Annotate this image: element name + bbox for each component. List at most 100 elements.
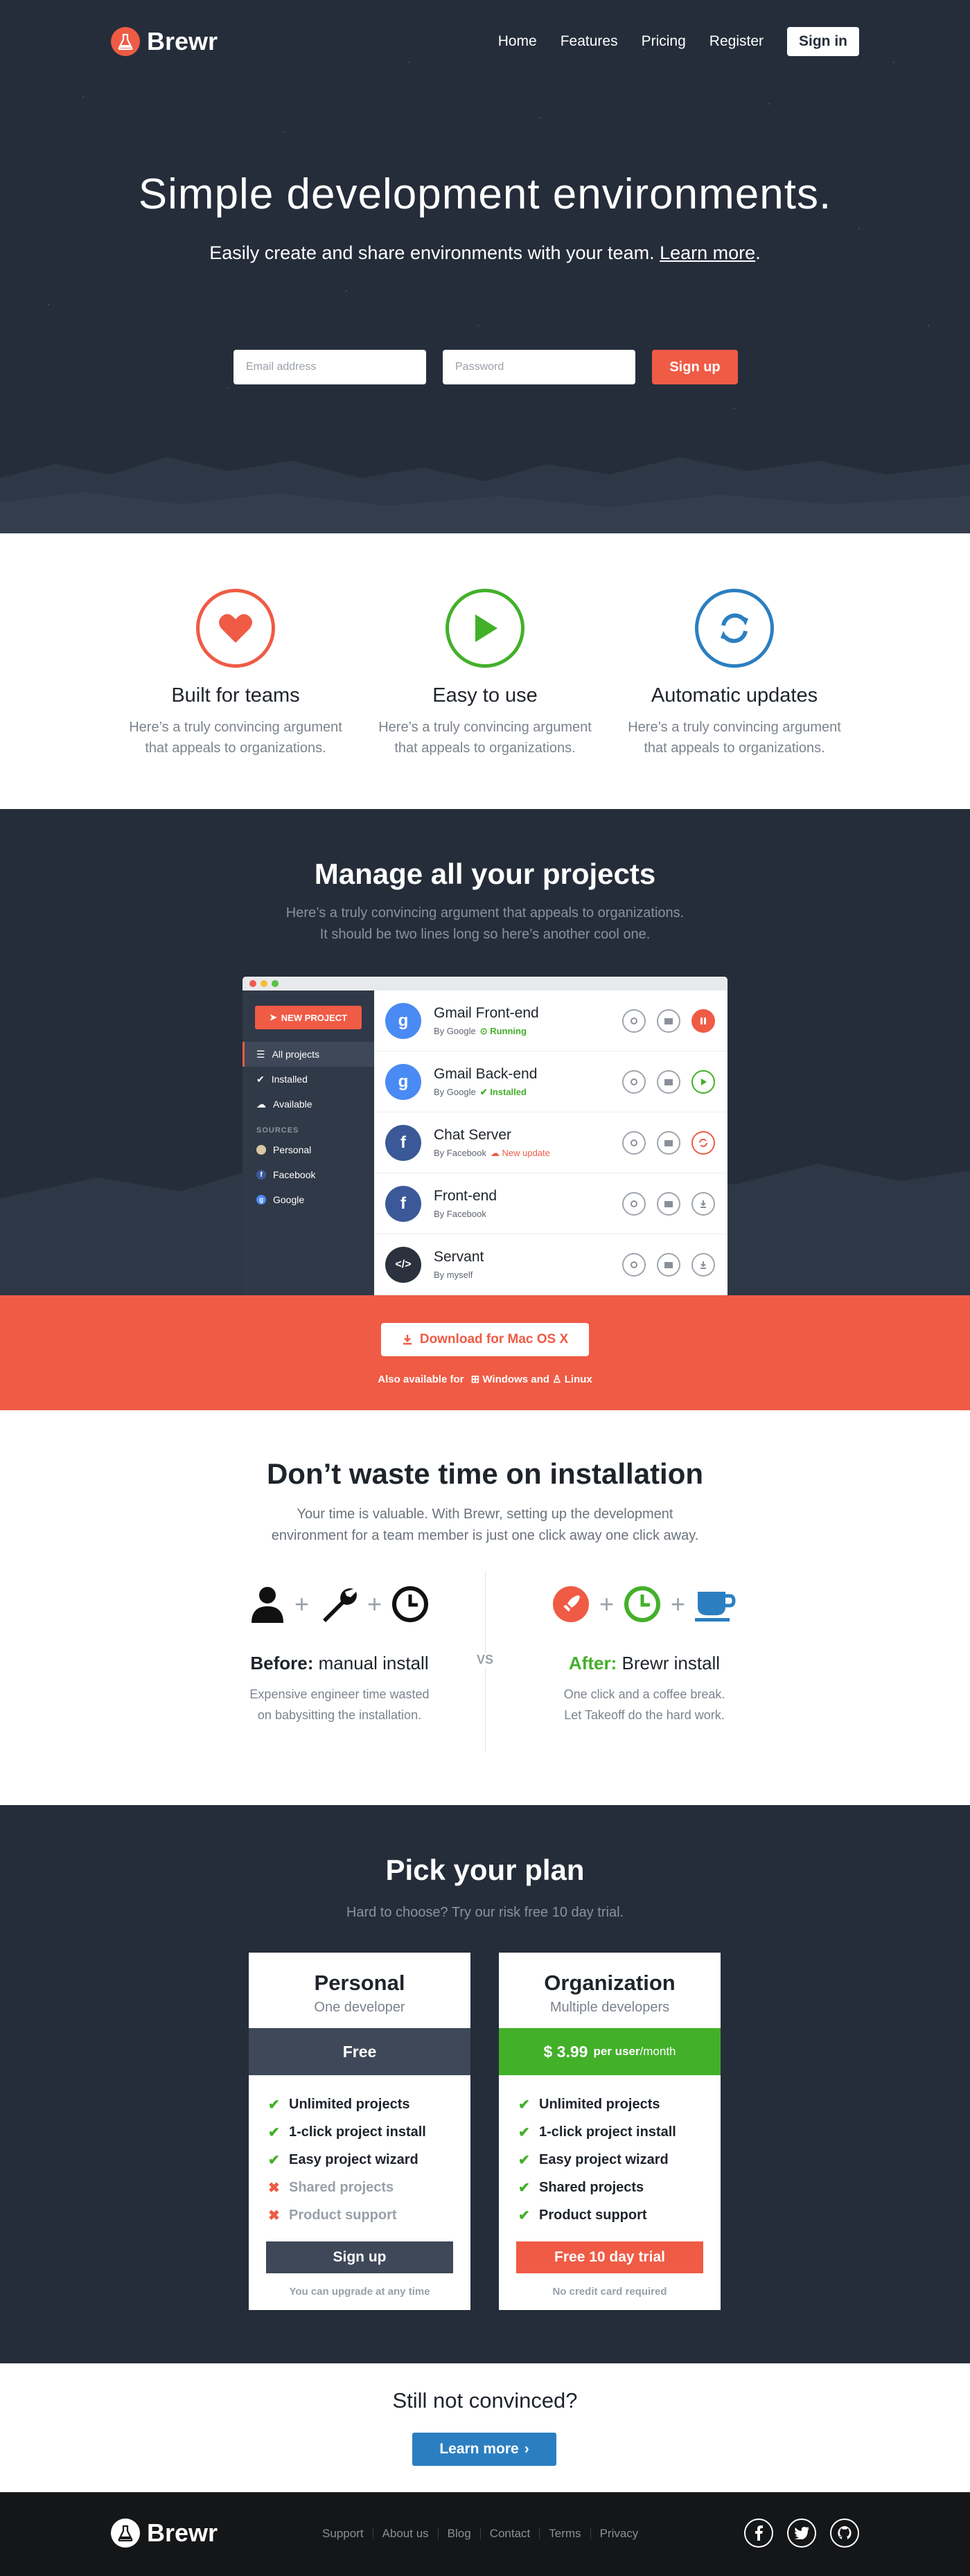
plus-sign: + <box>599 1590 614 1618</box>
footer-logo[interactable]: Brewr <box>111 2519 218 2548</box>
settings-icon[interactable] <box>622 1009 646 1033</box>
flask-icon <box>111 27 140 56</box>
facebook-icon[interactable] <box>744 2519 773 2548</box>
wrench-icon <box>323 1588 357 1622</box>
close-dot[interactable] <box>249 980 256 987</box>
flask-icon <box>111 2519 140 2548</box>
social-links <box>744 2519 859 2548</box>
nav-pricing[interactable]: Pricing <box>642 33 686 50</box>
linux-link[interactable]: Linux <box>565 1374 592 1385</box>
project-author: By Facebook <box>434 1147 486 1158</box>
plan-trial-button[interactable]: Free 10 day trial <box>516 2241 703 2273</box>
footer-link-contact[interactable]: Contact <box>490 2527 531 2541</box>
feature-label: 1-click project install <box>289 2124 426 2140</box>
email-field[interactable]: Email address <box>233 350 426 384</box>
project-row[interactable]: f Chat Server By Facebook ☁ New update <box>374 1112 728 1173</box>
sidebar-item-google[interactable]: g Google <box>242 1187 374 1212</box>
signin-button[interactable]: Sign in <box>787 27 859 56</box>
nav-features[interactable]: Features <box>561 33 618 50</box>
zoom-dot[interactable] <box>272 980 279 987</box>
feature-label: Easy project wizard <box>289 2151 418 2167</box>
project-row[interactable]: </> Servant By myself <box>374 1234 728 1295</box>
project-row[interactable]: g Gmail Front-end By Google ⊙ Running <box>374 991 728 1051</box>
footer-link-about[interactable]: About us <box>382 2527 429 2541</box>
project-row[interactable]: f Front-end By Facebook <box>374 1173 728 1234</box>
folder-icon[interactable] <box>657 1009 680 1033</box>
footer-link-privacy[interactable]: Privacy <box>600 2527 639 2541</box>
nav-register[interactable]: Register <box>709 33 764 50</box>
pause-icon[interactable] <box>691 1009 715 1033</box>
after-column: + + After: Brewr install One click and a… <box>499 1583 790 1725</box>
play-icon <box>446 589 524 668</box>
refresh-icon <box>695 589 774 668</box>
learn-more-link[interactable]: Learn more <box>660 242 755 263</box>
settings-icon[interactable] <box>622 1191 646 1216</box>
price-amount: $ 3.99 <box>543 2042 588 2061</box>
plan-signup-button[interactable]: Sign up <box>266 2241 453 2273</box>
sidebar-item-installed[interactable]: ✔ Installed <box>242 1067 374 1092</box>
folder-icon[interactable] <box>657 1252 680 1277</box>
sidebar-item-facebook[interactable]: f Facebook <box>242 1162 374 1187</box>
feature-label: Unlimited projects <box>539 2096 660 2112</box>
plan-feature: ✔ 1-click project install <box>518 2118 721 2146</box>
feature-title: Automatic updates <box>651 684 818 707</box>
download-icon <box>403 1335 412 1345</box>
project-name: Servant <box>434 1249 484 1265</box>
cross-icon: ✖ <box>268 2180 280 2196</box>
feature-desc-line: that appeals to organizations. <box>145 740 326 756</box>
brand-logo[interactable]: Brewr <box>111 27 218 56</box>
new-project-label: NEW PROJECT <box>281 1012 348 1023</box>
windows-link[interactable]: Windows <box>482 1374 528 1385</box>
folder-icon[interactable] <box>657 1130 680 1155</box>
status-badge: ✔ Installed <box>479 1086 527 1097</box>
google-icon: g <box>385 1063 421 1100</box>
status-badge: ☁ New update <box>490 1147 550 1158</box>
password-field[interactable]: Password <box>443 350 635 384</box>
install-title: Don’t waste time on installation <box>266 1457 704 1490</box>
sidebar-item-all-projects[interactable]: ☰ All projects <box>242 1042 374 1067</box>
download-icon[interactable] <box>691 1191 715 1216</box>
check-icon: ✔ <box>518 2208 530 2223</box>
install-desc-line: environment for a team member is just on… <box>271 1528 699 1543</box>
plan-feature: ✖ Product support <box>268 2201 470 2229</box>
sidebar-item-available[interactable]: ☁ Available <box>242 1092 374 1117</box>
download-icon[interactable] <box>691 1252 715 1277</box>
plus-sign: + <box>367 1590 382 1618</box>
sidebar-item-personal[interactable]: Personal <box>242 1137 374 1162</box>
brand-name: Brewr <box>147 2519 218 2547</box>
google-icon: g <box>385 1002 421 1039</box>
footer-link-support[interactable]: Support <box>322 2527 364 2541</box>
refresh-icon[interactable] <box>691 1130 715 1155</box>
folder-icon[interactable] <box>657 1069 680 1094</box>
footer-link-terms[interactable]: Terms <box>549 2527 581 2541</box>
settings-icon[interactable] <box>622 1069 646 1094</box>
divider <box>539 2528 540 2539</box>
folder-icon[interactable] <box>657 1191 680 1216</box>
footer-link-blog[interactable]: Blog <box>448 2527 471 2541</box>
play-icon[interactable] <box>691 1069 715 1094</box>
mountain-silhouette <box>0 457 970 533</box>
feature-label: Shared projects <box>539 2179 644 2195</box>
plan-note: You can upgrade at any time <box>289 2286 430 2298</box>
github-icon[interactable] <box>830 2519 859 2548</box>
settings-icon[interactable] <box>622 1130 646 1155</box>
download-mac-button[interactable]: Download for Mac OS X <box>381 1323 589 1356</box>
project-row[interactable]: g Gmail Back-end By Google ✔ Installed <box>374 1051 728 1112</box>
minimize-dot[interactable] <box>261 980 267 987</box>
plan-sub: Multiple developers <box>549 2000 670 2015</box>
twitter-icon[interactable] <box>787 2519 816 2548</box>
divider <box>437 2528 439 2539</box>
nav-home[interactable]: Home <box>498 33 537 50</box>
download-label: Download for Mac OS X <box>419 1332 569 1347</box>
project-name: Chat Server <box>434 1126 512 1143</box>
hero-signup-button[interactable]: Sign up <box>652 350 738 384</box>
top-nav: Brewr Home Features Pricing Register Sig… <box>111 26 859 57</box>
sidebar-item-label: Google <box>273 1194 305 1205</box>
vs-label: VS <box>473 1653 497 1667</box>
installation-section: Don’t waste time on installation Your ti… <box>0 1410 970 1805</box>
learn-more-button[interactable]: Learn more › <box>412 2433 556 2466</box>
clock-icon <box>392 1586 429 1622</box>
sources-heading: SOURCES <box>256 1126 299 1135</box>
settings-icon[interactable] <box>622 1252 646 1277</box>
new-project-button[interactable]: ➤ NEW PROJECT <box>255 1006 362 1029</box>
